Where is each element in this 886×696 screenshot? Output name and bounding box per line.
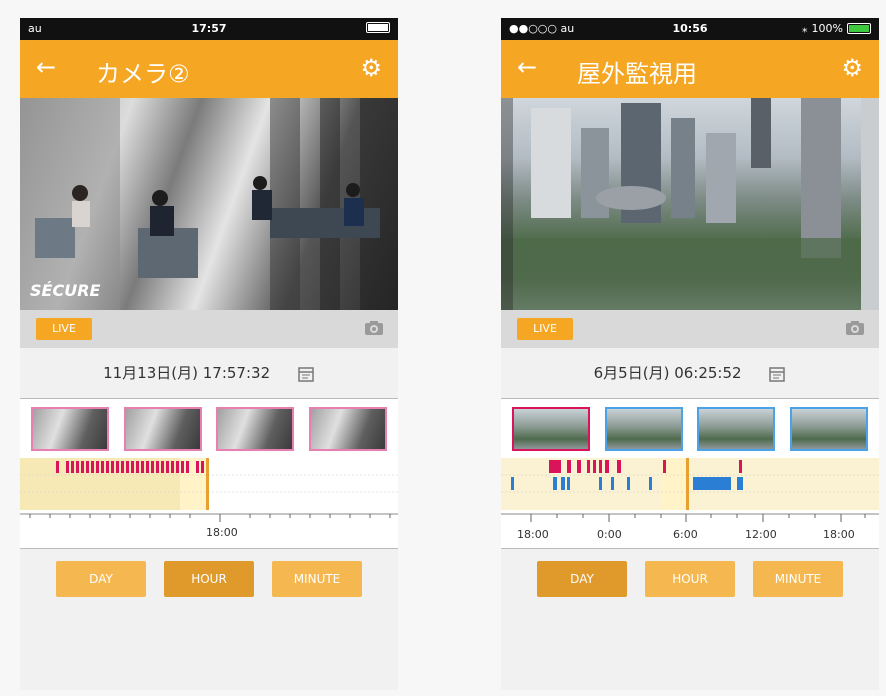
bluetooth-icon: ⁎ xyxy=(802,22,808,35)
current-datetime: 11月13日(月) 17:57:32 xyxy=(103,364,271,382)
battery-percent: 100% xyxy=(811,22,843,35)
city-scene xyxy=(501,98,879,310)
recording-timeline[interactable]: 18:00 xyxy=(20,458,398,549)
live-video-view[interactable] xyxy=(501,98,879,310)
thumbnail[interactable] xyxy=(308,406,387,451)
thumbnail[interactable] xyxy=(31,406,110,451)
camera-icon[interactable] xyxy=(364,320,384,336)
minute-button[interactable]: MINUTE xyxy=(753,561,843,597)
back-arrow-icon[interactable]: ← xyxy=(517,53,537,81)
live-video-view[interactable]: SÉCURE xyxy=(20,98,398,310)
camera-icon[interactable] xyxy=(845,320,865,336)
thumbnail[interactable] xyxy=(216,406,295,451)
gear-icon[interactable]: ⚙ xyxy=(841,54,863,82)
camera-title: 屋外監視用 xyxy=(577,60,697,88)
thumbnail-strip xyxy=(20,398,398,458)
tick-label: 0:00 xyxy=(597,528,622,541)
clock: 17:57 xyxy=(191,22,227,35)
calendar-icon[interactable] xyxy=(297,365,315,383)
live-control-bar: LIVE xyxy=(501,310,879,348)
app-bar: ← カメラ② ⚙ xyxy=(20,40,398,98)
app-bar: ← 屋外監視用 ⚙ xyxy=(501,40,879,98)
thumbnail[interactable] xyxy=(123,406,202,451)
day-button[interactable]: DAY xyxy=(537,561,627,597)
camera-title: カメラ② xyxy=(96,60,190,88)
current-datetime: 6月5日(月) 06:25:52 xyxy=(593,364,742,382)
secure-watermark: SÉCURE xyxy=(30,281,101,300)
live-button[interactable]: LIVE xyxy=(36,318,92,340)
thumbnail[interactable] xyxy=(697,406,776,451)
battery-icon xyxy=(366,22,390,33)
live-control-bar: LIVE xyxy=(20,310,398,348)
timeline-graph: 18:00 0:00 6:00 12:00 18:00 xyxy=(501,458,879,541)
thumbnail[interactable] xyxy=(604,406,683,451)
time-ticks xyxy=(29,514,391,522)
thumbnail-strip xyxy=(501,398,879,458)
tick-label: 18:00 xyxy=(206,526,238,539)
calendar-icon[interactable] xyxy=(768,365,786,383)
thumbnail[interactable] xyxy=(512,406,591,451)
status-bar: ●●○○○ au 10:56 ⁎ 100% xyxy=(501,18,879,40)
date-display: 11月13日(月) 17:57:32 xyxy=(20,348,398,398)
status-bar: au 17:57 xyxy=(20,18,398,40)
tick-label: 6:00 xyxy=(673,528,698,541)
date-display: 6月5日(月) 06:25:52 xyxy=(501,348,879,398)
hour-button[interactable]: HOUR xyxy=(645,561,735,597)
minute-button[interactable]: MINUTE xyxy=(272,561,362,597)
time-ticks xyxy=(530,514,866,522)
phone-screen-outdoor-monitoring: ●●○○○ au 10:56 ⁎ 100% ← 屋外監視用 ⚙ LIVE 6月5… xyxy=(501,18,879,690)
playhead[interactable] xyxy=(206,458,209,510)
tick-label: 18:00 xyxy=(517,528,549,541)
back-arrow-icon[interactable]: ← xyxy=(36,53,56,81)
tick-label: 18:00 xyxy=(823,528,855,541)
hour-button[interactable]: HOUR xyxy=(164,561,254,597)
recording-timeline[interactable]: 18:00 0:00 6:00 12:00 18:00 xyxy=(501,458,879,549)
gear-icon[interactable]: ⚙ xyxy=(360,54,382,82)
live-button[interactable]: LIVE xyxy=(517,318,573,340)
battery-icon xyxy=(847,23,871,34)
thumbnail[interactable] xyxy=(789,406,868,451)
playhead[interactable] xyxy=(686,458,689,510)
office-scene: SÉCURE xyxy=(20,98,398,310)
day-button[interactable]: DAY xyxy=(56,561,146,597)
range-button-row: DAY HOUR MINUTE xyxy=(501,549,879,609)
tick-label: 12:00 xyxy=(745,528,777,541)
phone-screen-camera2: au 17:57 ← カメラ② ⚙ SÉCURE LIVE 11月13日(月) … xyxy=(20,18,398,690)
timeline-graph: 18:00 xyxy=(20,458,398,539)
range-button-row: DAY HOUR MINUTE xyxy=(20,549,398,609)
